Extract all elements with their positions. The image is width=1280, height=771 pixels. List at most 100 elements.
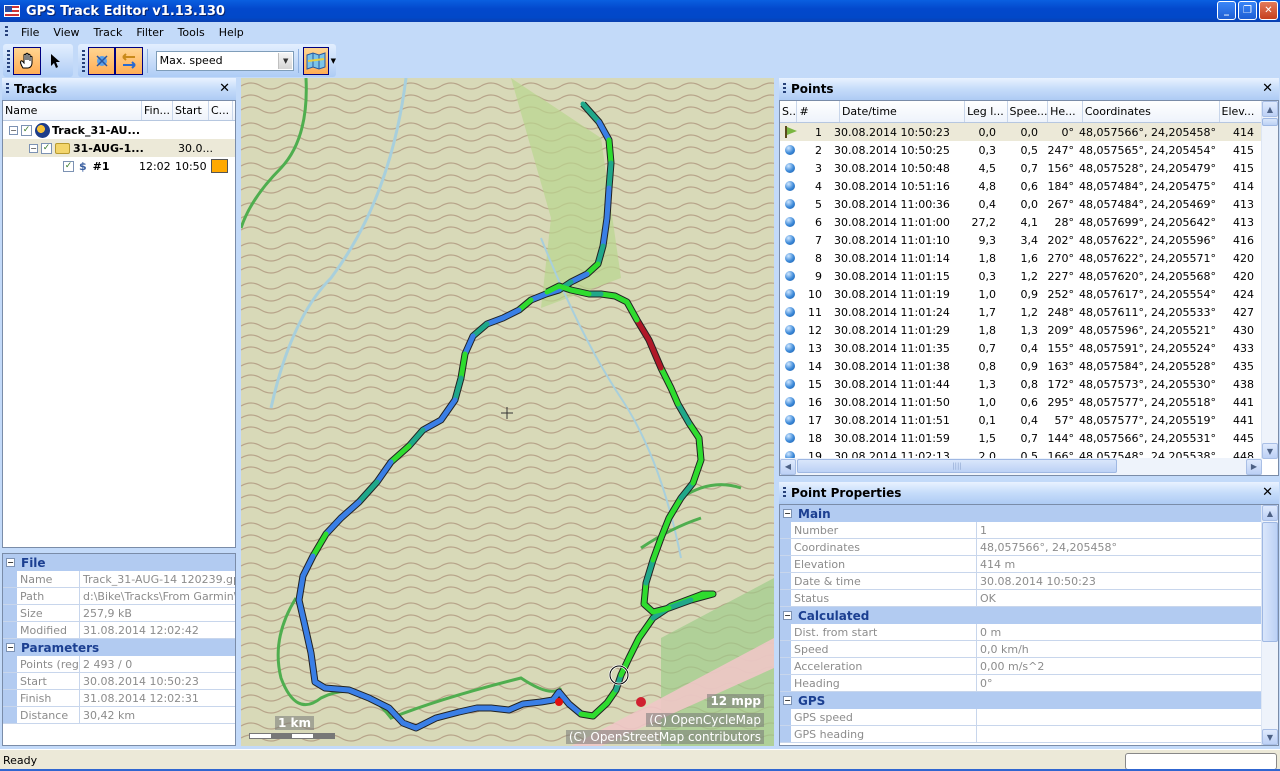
- point-row[interactable]: 3 30.08.2014 10:50:48 4,5 0,7 156° 48,057528°…: [780, 159, 1262, 177]
- panel-grip[interactable]: [783, 83, 786, 95]
- points-panel-close-icon[interactable]: ✕: [1262, 81, 1273, 96]
- scroll-down-icon[interactable]: ▼: [1262, 729, 1278, 745]
- color-mode-select[interactable]: Max. speed ▼: [155, 50, 295, 71]
- prop-row[interactable]: Acceleration 0,00 m/s^2: [780, 658, 1261, 675]
- map-canvas[interactable]: [241, 78, 774, 746]
- map-source-dropdown[interactable]: ▼: [331, 57, 336, 65]
- scroll-thumb[interactable]: [1262, 118, 1278, 126]
- scroll-up-icon[interactable]: ▲: [1262, 505, 1278, 521]
- prop-row[interactable]: Coordinates 48,057566°, 24,205458°: [780, 539, 1261, 556]
- delete-points-button[interactable]: [87, 46, 116, 75]
- restore-button[interactable]: ❐: [1238, 1, 1257, 20]
- segment-checkbox[interactable]: ✓: [63, 160, 74, 172]
- category-calculated[interactable]: − Calculated: [780, 607, 1261, 624]
- prop-row[interactable]: Status OK: [780, 590, 1261, 607]
- column-header-leg[interactable]: Leg l...: [965, 101, 1008, 122]
- column-header-name[interactable]: Name: [3, 101, 142, 120]
- point-row[interactable]: 9 30.08.2014 11:01:15 0,3 1,2 227° 48,057620°…: [780, 267, 1262, 285]
- scroll-thumb[interactable]: ||||: [797, 459, 1117, 473]
- prop-row[interactable]: Pathd:\Bike\Tracks\From Garmin\Kar: [3, 588, 235, 605]
- prop-row[interactable]: Name Track_31-AUG-14 120239.gpx: [3, 571, 235, 588]
- menu-grip[interactable]: [5, 26, 8, 38]
- menu-file[interactable]: File: [14, 26, 46, 39]
- prop-row[interactable]: Heading 0°: [780, 675, 1261, 692]
- menu-track[interactable]: Track: [87, 26, 130, 39]
- prop-row[interactable]: Distance 30,42 km: [3, 707, 235, 724]
- tree-row-track[interactable]: − ✓ 31-AUG-1... 30.0...: [3, 139, 235, 157]
- panel-grip[interactable]: [6, 83, 9, 95]
- pan-tool-button[interactable]: [13, 46, 41, 75]
- swap-direction-button[interactable]: [115, 46, 143, 75]
- tracks-panel-close-icon[interactable]: ✕: [219, 81, 230, 96]
- point-row[interactable]: 8 30.08.2014 11:01:14 1,8 1,6 270° 48,057622°…: [780, 249, 1262, 267]
- chevron-down-icon[interactable]: ▼: [278, 52, 293, 69]
- points-vertical-scrollbar[interactable]: ▲ ▼: [1261, 101, 1278, 459]
- track-segment[interactable]: [604, 185, 612, 221]
- menu-filter[interactable]: Filter: [129, 26, 170, 39]
- column-header-finish[interactable]: Fin...: [142, 101, 173, 120]
- column-header-color[interactable]: C...: [209, 101, 233, 120]
- point-row[interactable]: 6 30.08.2014 11:01:00 27,2 4,1 28° 48,057699°…: [780, 213, 1262, 231]
- point-row[interactable]: 12 30.08.2014 11:01:29 1,8 1,3 209° 48,057596…: [780, 321, 1262, 339]
- scroll-down-icon[interactable]: ▼: [1262, 443, 1278, 459]
- point-row[interactable]: 4 30.08.2014 10:51:16 4,8 0,6 184° 48,057484°…: [780, 177, 1262, 195]
- segment-color-swatch[interactable]: [210, 159, 228, 173]
- prop-row[interactable]: Elevation 414 m: [780, 556, 1261, 573]
- menu-view[interactable]: View: [46, 26, 86, 39]
- column-header-datetime[interactable]: Date/time: [840, 101, 966, 122]
- point-row[interactable]: 13 30.08.2014 11:01:35 0,7 0,4 155° 48,057591…: [780, 339, 1262, 357]
- category-main[interactable]: − Main: [780, 505, 1261, 522]
- category-parameters[interactable]: − Parameters: [3, 639, 235, 656]
- collapse-icon[interactable]: −: [783, 696, 792, 705]
- tree-row-segment[interactable]: ✓ $ #1 12:02 10:50: [3, 157, 235, 175]
- collapse-icon[interactable]: −: [29, 143, 38, 153]
- prop-row[interactable]: Speed 0,0 km/h: [780, 641, 1261, 658]
- collapse-icon[interactable]: −: [6, 643, 15, 652]
- point-row[interactable]: 5 30.08.2014 11:00:36 0,4 0,0 267° 48,057484°…: [780, 195, 1262, 213]
- scroll-right-icon[interactable]: ▶: [1246, 458, 1262, 475]
- track-segment[interactable]: [488, 705, 512, 713]
- category-gps[interactable]: − GPS: [780, 692, 1261, 709]
- track-segment[interactable]: [322, 685, 352, 693]
- prop-row[interactable]: Date & time 30.08.2014 10:50:23: [780, 573, 1261, 590]
- collapse-icon[interactable]: −: [783, 611, 792, 620]
- column-header-number[interactable]: #: [797, 101, 840, 122]
- point-row[interactable]: 1 30.08.2014 10:50:23 0,0 0,0 0° 48,057566°, …: [780, 123, 1262, 141]
- properties-vertical-scrollbar[interactable]: ▲ ▼: [1261, 505, 1278, 745]
- track-segment[interactable]: [696, 435, 704, 463]
- point-row[interactable]: 17 30.08.2014 11:01:51 0,1 0,4 57° 48,057577°…: [780, 411, 1262, 429]
- minimize-button[interactable]: _: [1217, 1, 1236, 20]
- point-properties-close-icon[interactable]: ✕: [1262, 485, 1273, 500]
- waypoint-marker[interactable]: [555, 698, 563, 706]
- point-row[interactable]: 15 30.08.2014 11:01:44 1,3 0,8 172° 48,057573…: [780, 375, 1262, 393]
- prop-row[interactable]: Finish 31.08.2014 12:02:31: [3, 690, 235, 707]
- scroll-left-icon[interactable]: ◀: [780, 458, 796, 475]
- point-row[interactable]: 10 30.08.2014 11:01:19 1,0 0,9 252° 48,057617…: [780, 285, 1262, 303]
- map-source-button[interactable]: [303, 46, 329, 75]
- column-header-speed[interactable]: Spee...: [1008, 101, 1049, 122]
- point-row[interactable]: 18 30.08.2014 11:01:59 1,5 0,7 144° 48,057566…: [780, 429, 1262, 447]
- category-file[interactable]: − File: [3, 554, 235, 571]
- track-segment[interactable]: [606, 137, 614, 166]
- close-button[interactable]: ✕: [1259, 1, 1278, 20]
- select-tool-button[interactable]: [41, 47, 69, 75]
- column-header-status[interactable]: S..: [780, 101, 798, 122]
- point-row[interactable]: 16 30.08.2014 11:01:50 1,0 0,6 295° 48,057577…: [780, 393, 1262, 411]
- track-file-checkbox[interactable]: ✓: [21, 124, 32, 136]
- toolbar-grip[interactable]: [82, 49, 85, 72]
- point-row[interactable]: 2 30.08.2014 10:50:25 0,3 0,5 247° 48,057565°…: [780, 141, 1262, 159]
- prop-row[interactable]: GPS heading: [780, 726, 1261, 743]
- toolbar-grip[interactable]: [7, 49, 10, 72]
- track-segment[interactable]: [606, 160, 614, 191]
- prop-row[interactable]: Dist. from start 0 m: [780, 624, 1261, 641]
- column-header-heading[interactable]: He...: [1048, 101, 1083, 122]
- prop-row[interactable]: Modified 31.08.2014 12:02:42: [3, 622, 235, 639]
- tree-row-track-file[interactable]: − ✓ Track_31-AU...: [3, 121, 235, 139]
- prop-row[interactable]: Start 30.08.2014 10:50:23: [3, 673, 235, 690]
- menu-help[interactable]: Help: [212, 26, 251, 39]
- point-row[interactable]: 7 30.08.2014 11:01:10 9,3 3,4 202° 48,057622°…: [780, 231, 1262, 249]
- prop-row[interactable]: Number 1: [780, 522, 1261, 539]
- collapse-icon[interactable]: −: [9, 125, 18, 135]
- track-segment[interactable]: [641, 580, 649, 607]
- scroll-thumb[interactable]: [1262, 522, 1278, 642]
